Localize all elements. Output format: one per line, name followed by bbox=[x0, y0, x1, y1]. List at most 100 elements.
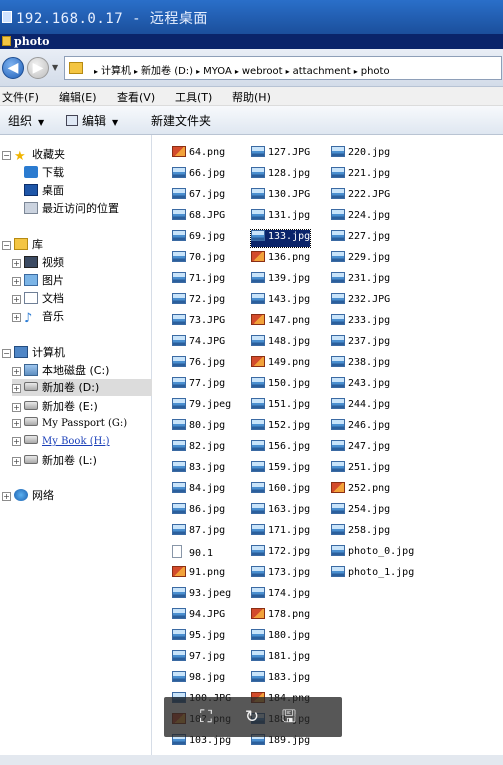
menu-file[interactable]: 文件(F) bbox=[2, 89, 39, 105]
breadcrumb-myoa[interactable]: MYOA bbox=[203, 66, 232, 77]
file-item[interactable]: 174.jpg bbox=[251, 587, 310, 604]
file-item[interactable]: 79.jpeg bbox=[172, 398, 231, 415]
edit-button[interactable]: 编辑 ▼ bbox=[66, 112, 118, 129]
menu-edit[interactable]: 编辑(E) bbox=[59, 89, 97, 105]
file-item[interactable]: 136.png bbox=[251, 251, 310, 268]
breadcrumb-drive-d[interactable]: 新加卷 (D:) bbox=[141, 66, 193, 77]
file-item[interactable]: photo_1.jpg bbox=[331, 566, 414, 583]
tree-documents[interactable]: + 文档 bbox=[12, 290, 64, 307]
expand-icon[interactable]: + bbox=[12, 367, 21, 376]
tree-music[interactable]: + ♪ 音乐 bbox=[12, 308, 64, 325]
file-item[interactable]: 147.png bbox=[251, 314, 310, 331]
expand-icon[interactable]: + bbox=[12, 384, 21, 393]
tree-drive-h[interactable]: + My Book (H:) bbox=[12, 434, 110, 451]
tree-downloads[interactable]: 下载 bbox=[24, 164, 64, 181]
file-item[interactable]: 251.jpg bbox=[331, 461, 390, 478]
file-item[interactable]: 237.jpg bbox=[331, 335, 390, 352]
tree-drive-c[interactable]: + 本地磁盘 (C:) bbox=[12, 362, 109, 379]
file-item[interactable]: 231.jpg bbox=[331, 272, 390, 289]
file-item[interactable]: 76.jpg bbox=[172, 356, 225, 373]
file-item[interactable]: 87.jpg bbox=[172, 524, 225, 541]
tree-recent[interactable]: 最近访问的位置 bbox=[24, 200, 119, 217]
tree-computer[interactable]: − 计算机 bbox=[2, 344, 65, 361]
address-field[interactable]: ▸ 计算机 ▸ 新加卷 (D:) ▸ MYOA ▸ webroot ▸ attachment ▸ ph… bbox=[64, 56, 502, 80]
file-item[interactable]: 72.jpg bbox=[172, 293, 225, 310]
file-item[interactable]: 97.jpg bbox=[172, 650, 225, 667]
file-item[interactable]: 91.png bbox=[172, 566, 225, 583]
file-item[interactable]: 139.jpg bbox=[251, 272, 310, 289]
file-item[interactable]: 131.jpg bbox=[251, 209, 310, 226]
file-item[interactable]: 178.png bbox=[251, 608, 310, 625]
back-button[interactable]: ◀ bbox=[2, 57, 24, 79]
file-item[interactable]: 183.jpg bbox=[251, 671, 310, 688]
expand-icon[interactable]: + bbox=[12, 403, 21, 412]
file-item[interactable]: 227.jpg bbox=[331, 230, 390, 247]
file-item[interactable]: 71.jpg bbox=[172, 272, 225, 289]
collapse-icon[interactable]: − bbox=[2, 241, 11, 250]
menu-view[interactable]: 查看(V) bbox=[117, 89, 155, 105]
file-item[interactable]: 254.jpg bbox=[331, 503, 390, 520]
expand-icon[interactable]: + bbox=[12, 277, 21, 286]
chevron-right-icon[interactable]: ▸ bbox=[354, 67, 358, 76]
file-item[interactable]: 247.jpg bbox=[331, 440, 390, 457]
file-item[interactable]: 160.jpg bbox=[251, 482, 310, 499]
expand-icon[interactable]: + bbox=[2, 492, 11, 501]
file-item[interactable]: 73.JPG bbox=[172, 314, 225, 331]
save-icon[interactable]: 🖫 bbox=[279, 707, 299, 727]
file-item[interactable]: 152.jpg bbox=[251, 419, 310, 436]
file-item[interactable]: 143.jpg bbox=[251, 293, 310, 310]
file-item[interactable]: 80.jpg bbox=[172, 419, 225, 436]
new-folder-button[interactable]: 新建文件夹 bbox=[151, 112, 211, 129]
file-item[interactable]: 151.jpg bbox=[251, 398, 310, 415]
file-item[interactable]: 244.jpg bbox=[331, 398, 390, 415]
file-item[interactable]: 84.jpg bbox=[172, 482, 225, 499]
chevron-right-icon[interactable]: ▸ bbox=[134, 67, 138, 76]
file-item[interactable]: 83.jpg bbox=[172, 461, 225, 478]
collapse-icon[interactable]: − bbox=[2, 349, 11, 358]
file-item[interactable]: 70.jpg bbox=[172, 251, 225, 268]
forward-button[interactable]: ▶ bbox=[27, 57, 49, 79]
expand-icon[interactable]: + bbox=[12, 295, 21, 304]
file-item[interactable]: 252.png bbox=[331, 482, 390, 499]
expand-icon[interactable]: + bbox=[12, 437, 21, 446]
tree-desktop[interactable]: 桌面 bbox=[24, 182, 64, 199]
file-item[interactable]: 246.jpg bbox=[331, 419, 390, 436]
file-item[interactable]: 232.JPG bbox=[331, 293, 390, 310]
file-item[interactable]: 224.jpg bbox=[331, 209, 390, 226]
file-item[interactable]: 98.jpg bbox=[172, 671, 225, 688]
menu-help[interactable]: 帮助(H) bbox=[232, 89, 271, 105]
file-item[interactable]: 94.JPG bbox=[172, 608, 225, 625]
file-item[interactable]: 133.jpg bbox=[249, 229, 312, 248]
breadcrumb-attachment[interactable]: attachment bbox=[293, 66, 351, 77]
file-item[interactable]: 258.jpg bbox=[331, 524, 390, 541]
file-item[interactable]: 95.jpg bbox=[172, 629, 225, 646]
file-item[interactable]: 86.jpg bbox=[172, 503, 225, 520]
tree-drive-d[interactable]: + 新加卷 (D:) bbox=[12, 379, 152, 396]
collapse-icon[interactable]: − bbox=[2, 151, 11, 160]
menu-tools[interactable]: 工具(T) bbox=[175, 89, 212, 105]
breadcrumb[interactable]: ▸ 计算机 ▸ 新加卷 (D:) ▸ MYOA ▸ webroot ▸ attachment ▸ ph… bbox=[91, 62, 390, 77]
tree-drive-e[interactable]: + 新加卷 (E:) bbox=[12, 398, 98, 415]
file-item[interactable]: 156.jpg bbox=[251, 440, 310, 457]
organize-button[interactable]: 组织 ▼ bbox=[8, 112, 44, 129]
file-item[interactable]: 69.jpg bbox=[172, 230, 225, 247]
file-item[interactable]: 222.JPG bbox=[331, 188, 390, 205]
tree-videos[interactable]: + 视频 bbox=[12, 254, 64, 271]
chevron-right-icon[interactable]: ▸ bbox=[235, 67, 239, 76]
file-item[interactable]: 64.png bbox=[172, 146, 225, 163]
file-item[interactable]: 233.jpg bbox=[331, 314, 390, 331]
file-item[interactable]: 163.jpg bbox=[251, 503, 310, 520]
file-item[interactable]: 127.JPG bbox=[251, 146, 310, 163]
breadcrumb-photo[interactable]: photo bbox=[361, 66, 390, 77]
tree-drive-g[interactable]: + My Passport (G:) bbox=[12, 416, 127, 433]
tree-drive-l[interactable]: + 新加卷 (L:) bbox=[12, 452, 97, 469]
expand-icon[interactable]: + bbox=[12, 419, 21, 428]
file-item[interactable]: 130.JPG bbox=[251, 188, 310, 205]
tree-network[interactable]: + 网络 bbox=[2, 487, 54, 504]
file-list[interactable]: 64.png 66.jpg 67.jpg 68.JPG 69.jpg 70.jpg 71.j… bbox=[153, 135, 503, 765]
file-item[interactable]: 220.jpg bbox=[331, 146, 390, 163]
file-item[interactable]: 229.jpg bbox=[331, 251, 390, 268]
file-item[interactable]: 82.jpg bbox=[172, 440, 225, 457]
file-item[interactable]: 173.jpg bbox=[251, 566, 310, 583]
file-item[interactable]: 181.jpg bbox=[251, 650, 310, 667]
